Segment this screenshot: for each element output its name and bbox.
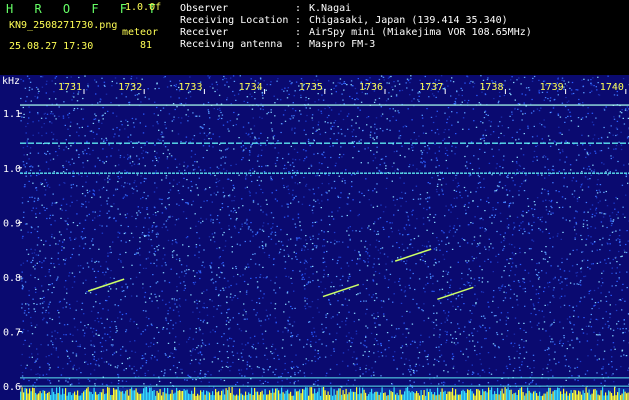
x-tick-label: 1735 — [299, 82, 323, 93]
x-tick-label: 1736 — [359, 82, 383, 93]
info-sep: : — [295, 39, 302, 50]
info-key: Receiving Location — [180, 15, 289, 26]
info-sep: : — [295, 3, 302, 14]
app-version: 1.0.0f — [125, 2, 162, 13]
y-tick-label: 1.1 — [3, 109, 21, 120]
header-panel: H R O F F T 1.0.0f KN9_2508271730.png me… — [0, 0, 629, 75]
y-unit-label: kHz — [2, 76, 20, 87]
y-tick-label: 0.9 — [3, 218, 21, 229]
x-tick-label: 1731 — [58, 82, 82, 93]
x-tick-label: 1737 — [419, 82, 443, 93]
info-value: Maspro FM-3 — [309, 39, 376, 50]
y-tick-label: 1.0 — [3, 164, 21, 175]
y-tick-label: 0.8 — [3, 273, 21, 284]
info-key: Observer — [180, 3, 229, 14]
meteor-label: meteor — [122, 27, 159, 38]
info-row-receiver: Receiver : AirSpy mini (Miakejima VOR 10… — [180, 27, 532, 39]
info-value: Chigasaki, Japan (139.414 35.340) — [309, 15, 508, 26]
info-row-location: Receiving Location : Chigasaki, Japan (1… — [180, 15, 532, 27]
info-row-observer: Observer : K.Nagai — [180, 3, 532, 15]
info-sep: : — [295, 27, 302, 38]
file-name: KN9_2508271730.png — [9, 20, 118, 31]
x-tick-label: 1739 — [540, 82, 564, 93]
y-tick-label: 0.7 — [3, 328, 21, 339]
y-tick-label: 0.6 — [3, 382, 21, 393]
info-key: Receiving antenna — [180, 39, 283, 50]
spectrogram-plot: kHz 1.1 1.0 0.9 0.8 0.7 0.6 1731 1732 1733 1734 1… — [0, 75, 629, 400]
spectrogram-svg: kHz 1.1 1.0 0.9 0.8 0.7 0.6 1731 1732 1733 1734 1… — [0, 75, 629, 400]
meteor-count: 81 — [140, 40, 153, 51]
x-tick-label: 1738 — [479, 82, 503, 93]
x-tick-label: 1740 — [600, 82, 624, 93]
datetime: 25.08.27 17:30 — [9, 41, 94, 52]
info-row-antenna: Receiving antenna : Maspro FM-3 — [180, 39, 532, 51]
info-value: K.Nagai — [309, 3, 352, 14]
info-sep: : — [295, 15, 302, 26]
info-key: Receiver — [180, 27, 229, 38]
x-tick-label: 1732 — [118, 82, 142, 93]
station-info: Observer : K.Nagai Receiving Location : … — [180, 3, 532, 51]
info-value: AirSpy mini (Miakejima VOR 108.65MHz) — [309, 27, 532, 38]
x-tick-label: 1734 — [239, 82, 263, 93]
x-tick-label: 1733 — [178, 82, 202, 93]
plot-background — [0, 75, 629, 400]
